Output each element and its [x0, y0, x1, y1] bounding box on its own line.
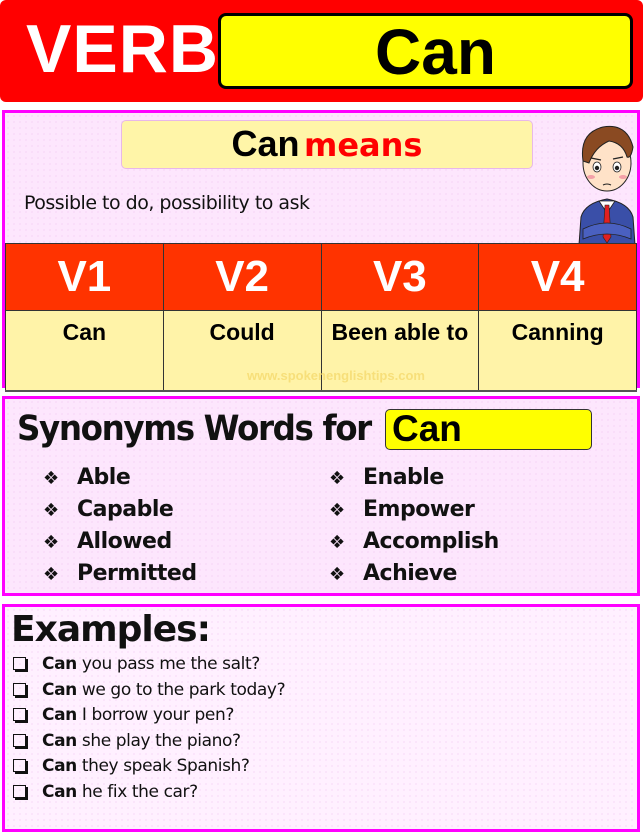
synonym-text: Able — [77, 465, 131, 490]
synonyms-word-box: Can — [385, 408, 592, 450]
synonym-item: ❖ Allowed — [43, 529, 197, 561]
synonyms-word: Can — [392, 408, 462, 449]
diamond-bullet-icon: ❖ — [329, 500, 345, 521]
diamond-bullet-icon: ❖ — [329, 468, 345, 489]
synonym-item: ❖ Achieve — [329, 561, 499, 593]
example-text: she play the piano? — [81, 730, 241, 751]
example-text: I borrow your pen? — [81, 705, 235, 725]
checkbox-bullet-icon — [13, 708, 26, 721]
checkbox-bullet-icon — [13, 657, 26, 670]
example-text: he fix the car? — [81, 781, 198, 802]
synonym-item: ❖ Empower — [329, 497, 499, 529]
synonyms-panel: Synonyms Words for Can ❖ Able ❖ Capable ❖ A… — [2, 396, 640, 596]
value-v1: Can — [5, 310, 164, 392]
examples-title: Examples: — [11, 609, 211, 650]
value-v4: Canning — [478, 310, 637, 392]
checkbox-bullet-icon — [13, 759, 26, 772]
example-item: Can she play the piano? — [13, 731, 285, 757]
synonym-text: Allowed — [77, 529, 172, 554]
diamond-bullet-icon: ❖ — [329, 564, 345, 585]
synonym-text: Empower — [363, 497, 475, 522]
synonym-item: ❖ Capable — [43, 497, 197, 529]
synonyms-title: Synonyms Words for — [17, 409, 372, 449]
example-item: Can he fix the car? — [13, 782, 285, 808]
header-v1: V1 — [5, 243, 164, 311]
synonym-text: Enable — [363, 465, 444, 490]
meaning-panel: Can means Possible to do, possibility to… — [2, 110, 640, 392]
synonym-text: Achieve — [363, 561, 457, 586]
checkbox-bullet-icon — [13, 733, 26, 747]
means-heading: Can means — [121, 120, 533, 169]
examples-list: Can you pass me the salt? Can we go to the… — [13, 654, 286, 808]
diamond-bullet-icon: ❖ — [329, 532, 345, 553]
synonym-item: ❖ Accomplish — [329, 529, 499, 561]
means-label: means — [304, 126, 423, 164]
definition-text: Possible to do, possibility to ask — [24, 192, 310, 214]
synonym-text: Capable — [77, 497, 174, 522]
example-item: Can they speak Spanish? — [13, 756, 285, 782]
title-banner: VERB Can — [0, 0, 643, 102]
example-keyword: Can — [42, 781, 77, 802]
diamond-bullet-icon: ❖ — [43, 500, 59, 521]
word-highlight-box: Can — [218, 13, 633, 89]
example-item: Can we go to the park today? — [13, 679, 286, 706]
synonym-text: Accomplish — [363, 529, 499, 554]
verb-label: VERB — [26, 11, 219, 87]
watermark: www.spokenenglishtips.com — [247, 368, 425, 383]
synonym-text: Permitted — [77, 561, 197, 586]
example-item: Can you pass me the salt? — [13, 654, 285, 680]
means-word: Can — [231, 123, 300, 164]
synonyms-column-2: ❖ Enable ❖ Empower ❖ Accomplish ❖ Achieve — [329, 465, 499, 593]
diamond-bullet-icon: ❖ — [43, 468, 59, 489]
example-text: they speak Spanish? — [81, 756, 250, 776]
example-text: you pass me the salt? — [81, 654, 260, 674]
synonym-item: ❖ Able — [43, 465, 197, 497]
word-title: Can — [375, 16, 496, 88]
checkbox-bullet-icon — [13, 784, 26, 798]
header-v4: V4 — [478, 243, 637, 311]
example-keyword: Can — [42, 705, 77, 725]
header-v3: V3 — [320, 243, 480, 311]
checkbox-bullet-icon — [13, 682, 26, 696]
header-v2: V2 — [162, 243, 322, 311]
diamond-bullet-icon: ❖ — [43, 564, 59, 585]
confused-businessman-icon — [578, 125, 636, 245]
example-keyword: Can — [42, 654, 77, 674]
synonym-item: ❖ Enable — [329, 465, 499, 497]
synonyms-column-1: ❖ Able ❖ Capable ❖ Allowed ❖ Permitted — [43, 465, 197, 593]
example-keyword: Can — [42, 679, 77, 700]
verb-forms-header-row: V1 V2 V3 V4 — [5, 243, 637, 311]
synonym-item: ❖ Permitted — [43, 561, 197, 593]
example-keyword: Can — [42, 730, 77, 751]
example-keyword: Can — [42, 756, 77, 776]
example-text: we go to the park today? — [81, 679, 286, 700]
diamond-bullet-icon: ❖ — [43, 532, 59, 553]
example-item: Can I borrow your pen? — [13, 705, 285, 731]
examples-panel: Examples: Can you pass me the salt? Can we… — [2, 604, 640, 832]
